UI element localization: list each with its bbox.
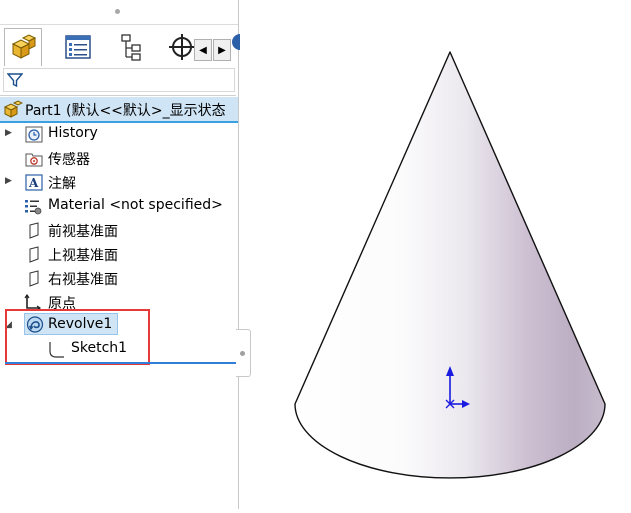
tree-item-right-plane[interactable]: 右视基准面	[0, 266, 238, 290]
filter-input[interactable]	[3, 68, 235, 92]
tab-scroll-right-button[interactable]: ▶	[213, 39, 231, 61]
featuremanager-tab[interactable]	[4, 28, 42, 66]
feature-manager-panel: ◀ ▶ Part1 (默认<<默认>_显示状态 ▶ History 传感器 ▶ …	[0, 0, 240, 509]
property-list-icon	[65, 35, 91, 59]
manager-tab-bar: ◀ ▶	[0, 25, 240, 66]
expand-arrow-icon[interactable]: ▶	[5, 176, 12, 186]
propertymanager-tab[interactable]	[60, 29, 96, 65]
plane-icon	[29, 246, 39, 263]
sensor-icon	[25, 153, 43, 167]
material-icon	[25, 200, 42, 215]
display-pane-icon[interactable]	[230, 33, 240, 51]
tree-item-label: History	[48, 125, 98, 141]
svg-text:A: A	[28, 176, 39, 190]
arrow-left-icon: ◀	[199, 44, 207, 56]
tab-scroll-left-button[interactable]: ◀	[194, 39, 212, 61]
part-label: Part1 (默认<<默认>_显示状态	[25, 103, 226, 119]
part-feature-icon	[11, 33, 37, 59]
configuration-icon	[121, 34, 141, 61]
plane-icon	[29, 270, 39, 287]
annotation-highlight-box	[5, 309, 150, 365]
tree-item-top-plane[interactable]: 上视基准面	[0, 242, 238, 266]
cone-model[interactable]	[240, 0, 631, 509]
annotation-icon: A	[25, 174, 43, 191]
history-icon	[25, 126, 43, 143]
tree-item-label: 右视基准面	[48, 272, 118, 288]
filter-bar	[0, 66, 236, 96]
expand-arrow-icon[interactable]: ▶	[5, 128, 12, 138]
tree-item-label: Material <not specified>	[48, 197, 223, 213]
panel-splitter[interactable]	[0, 0, 238, 25]
tree-item-label: 传感器	[48, 152, 90, 168]
tree-item-label: 注解	[48, 176, 76, 192]
graphics-viewport[interactable]	[240, 0, 631, 509]
configurationmanager-tab[interactable]	[112, 29, 148, 65]
tree-item-annotations[interactable]: ▶ A 注解	[0, 170, 238, 194]
tree-item-label: 上视基准面	[48, 248, 118, 264]
cone-surface[interactable]	[294, 51, 606, 479]
tree-item-history[interactable]: ▶ History	[0, 122, 238, 146]
arrow-right-icon: ▶	[218, 44, 226, 56]
part-root-node[interactable]: Part1 (默认<<默认>_显示状态	[0, 97, 238, 123]
tree-item-label: 前视基准面	[48, 224, 118, 240]
plane-icon	[29, 222, 39, 239]
rollback-bar[interactable]	[5, 362, 237, 364]
splitter-grip	[115, 9, 120, 14]
crosshair-icon	[169, 34, 195, 60]
tree-item-sensors[interactable]: 传感器	[0, 146, 238, 170]
part-icon	[3, 100, 23, 118]
filter-icon	[7, 73, 23, 88]
tree-item-material[interactable]: Material <not specified>	[0, 194, 238, 218]
tree-item-front-plane[interactable]: 前视基准面	[0, 218, 238, 242]
